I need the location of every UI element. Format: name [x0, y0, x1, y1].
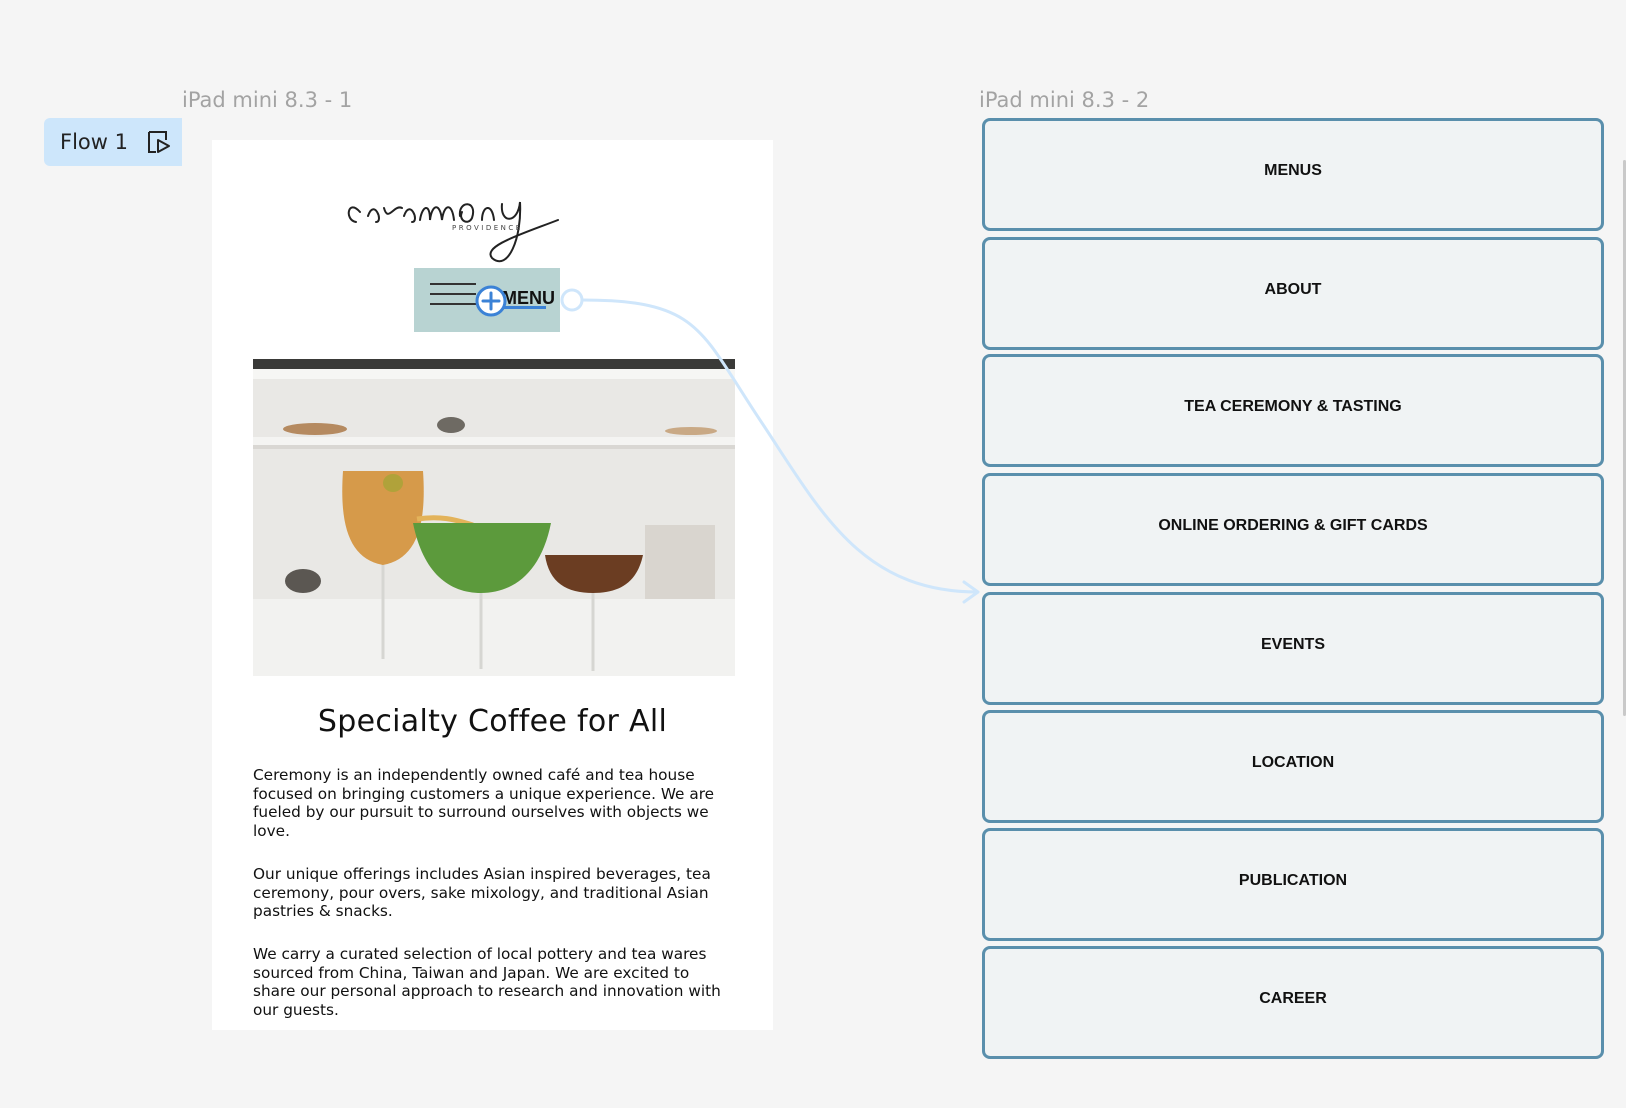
nav-item-label: MENUS: [1264, 162, 1322, 179]
frame-label-2[interactable]: iPad mini 8.3 - 2: [979, 88, 1149, 112]
nav-item-label: TEA CEREMONY & TASTING: [1184, 398, 1402, 415]
nav-item-label: PUBLICATION: [1238, 872, 1348, 889]
nav-item-about[interactable]: ABOUT: [982, 237, 1604, 350]
hamburger-icon: [430, 283, 476, 313]
nav-item-label: EVENTS: [1260, 636, 1325, 653]
intro-paragraph-1: Ceremony is an independently owned café …: [253, 766, 715, 840]
page-title: Specialty Coffee for All: [317, 704, 668, 739]
nav-item-location[interactable]: LOCATION: [982, 710, 1604, 823]
flow-start-badge[interactable]: Flow 1: [44, 118, 182, 166]
connection-arrow-icon: [962, 580, 980, 604]
nav-item-publication[interactable]: PUBLICATION: [982, 828, 1604, 941]
frame-label-1[interactable]: iPad mini 8.3 - 1: [182, 88, 352, 112]
frame-ipad-home: PROVIDENCE MENU Specialty Coffee for All…: [212, 140, 773, 1030]
logo-subtitle: PROVIDENCE: [452, 224, 523, 232]
menu-button[interactable]: MENU: [414, 268, 560, 332]
nav-item-online-ordering[interactable]: ONLINE ORDERING & GIFT CARDS: [982, 473, 1604, 586]
add-interaction-icon[interactable]: [474, 284, 508, 318]
intro-paragraph-2: Our unique offerings includes Asian insp…: [253, 865, 711, 920]
nav-item-career[interactable]: CAREER: [982, 946, 1604, 1059]
nav-item-events[interactable]: EVENTS: [982, 592, 1604, 705]
nav-item-label: ONLINE ORDERING & GIFT CARDS: [1158, 517, 1428, 534]
hero-cocktails-image: [253, 359, 735, 676]
flow-label: Flow 1: [60, 130, 128, 154]
play-prototype-icon[interactable]: [146, 129, 172, 155]
nav-item-tea-ceremony[interactable]: TEA CEREMONY & TASTING: [982, 354, 1604, 467]
nav-item-label: ABOUT: [1264, 281, 1322, 298]
ceremony-logo: PROVIDENCE: [347, 201, 559, 263]
nav-item-label: LOCATION: [1251, 754, 1335, 771]
nav-item-menus[interactable]: MENUS: [982, 118, 1604, 231]
intro-paragraph-3: We carry a curated selection of local po…: [253, 945, 721, 1019]
nav-item-label: CAREER: [1259, 990, 1327, 1007]
